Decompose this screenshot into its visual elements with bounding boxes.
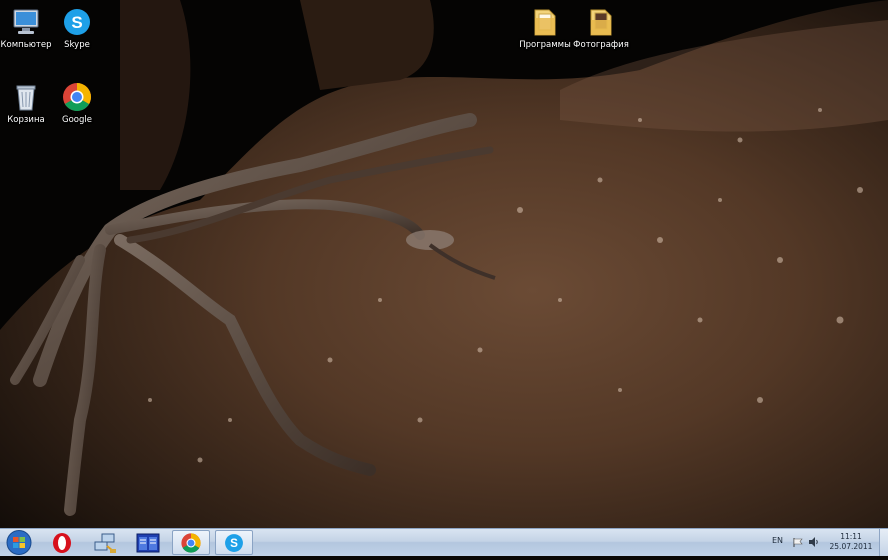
- computer-icon: [13, 9, 39, 34]
- taskbar-opera-button[interactable]: [43, 530, 81, 555]
- desktop-icon-label: Google: [62, 115, 92, 125]
- desktop-icon-programs-folder[interactable]: Программы: [515, 6, 575, 64]
- skype-icon: S: [225, 533, 243, 552]
- chrome-icon: [63, 83, 91, 111]
- clock-date: 25.07.2011: [829, 542, 873, 551]
- chrome-icon: [181, 532, 201, 553]
- folder-icon: [590, 9, 612, 36]
- taskbar-total-commander-button[interactable]: [129, 530, 167, 555]
- desktop-icon-label: Фотография: [573, 40, 629, 50]
- taskbar-network-button[interactable]: [86, 530, 124, 555]
- desktop-icon-photo-folder[interactable]: Фотография: [571, 6, 631, 64]
- opera-icon: [53, 532, 71, 553]
- recycle-bin-icon: [16, 85, 36, 111]
- system-clock[interactable]: 11:11 25.07.2011: [823, 532, 879, 552]
- desktop-icon-label: Программы: [519, 40, 571, 50]
- network-icon: [94, 533, 116, 553]
- taskbar: S EN 11:11 25.07.2011: [0, 528, 888, 556]
- desktop-icon-label: Корзина: [7, 115, 45, 125]
- clock-time: 11:11: [840, 532, 862, 541]
- svg-text:S: S: [71, 13, 82, 32]
- folder-icon: [534, 9, 556, 36]
- desktop-icon-skype[interactable]: S Skype: [47, 6, 107, 64]
- show-desktop-button[interactable]: [879, 529, 888, 556]
- volume-icon[interactable]: [808, 536, 820, 548]
- start-button[interactable]: [2, 529, 36, 556]
- total-commander-icon: [136, 533, 160, 552]
- windows-start-icon: [6, 530, 32, 555]
- skype-icon: S: [64, 9, 90, 35]
- desktop-wallpaper: [0, 0, 888, 528]
- svg-text:S: S: [230, 537, 238, 550]
- desktop-icon-label: Skype: [64, 40, 90, 50]
- taskbar-skype-button[interactable]: S: [215, 530, 253, 555]
- desktop-icon-label: Компьютер: [0, 40, 52, 50]
- language-indicator[interactable]: EN: [772, 536, 783, 545]
- taskbar-chrome-button[interactable]: [172, 530, 210, 555]
- action-center-flag-icon[interactable]: [793, 538, 803, 547]
- desktop-icon-google[interactable]: Google: [47, 81, 107, 139]
